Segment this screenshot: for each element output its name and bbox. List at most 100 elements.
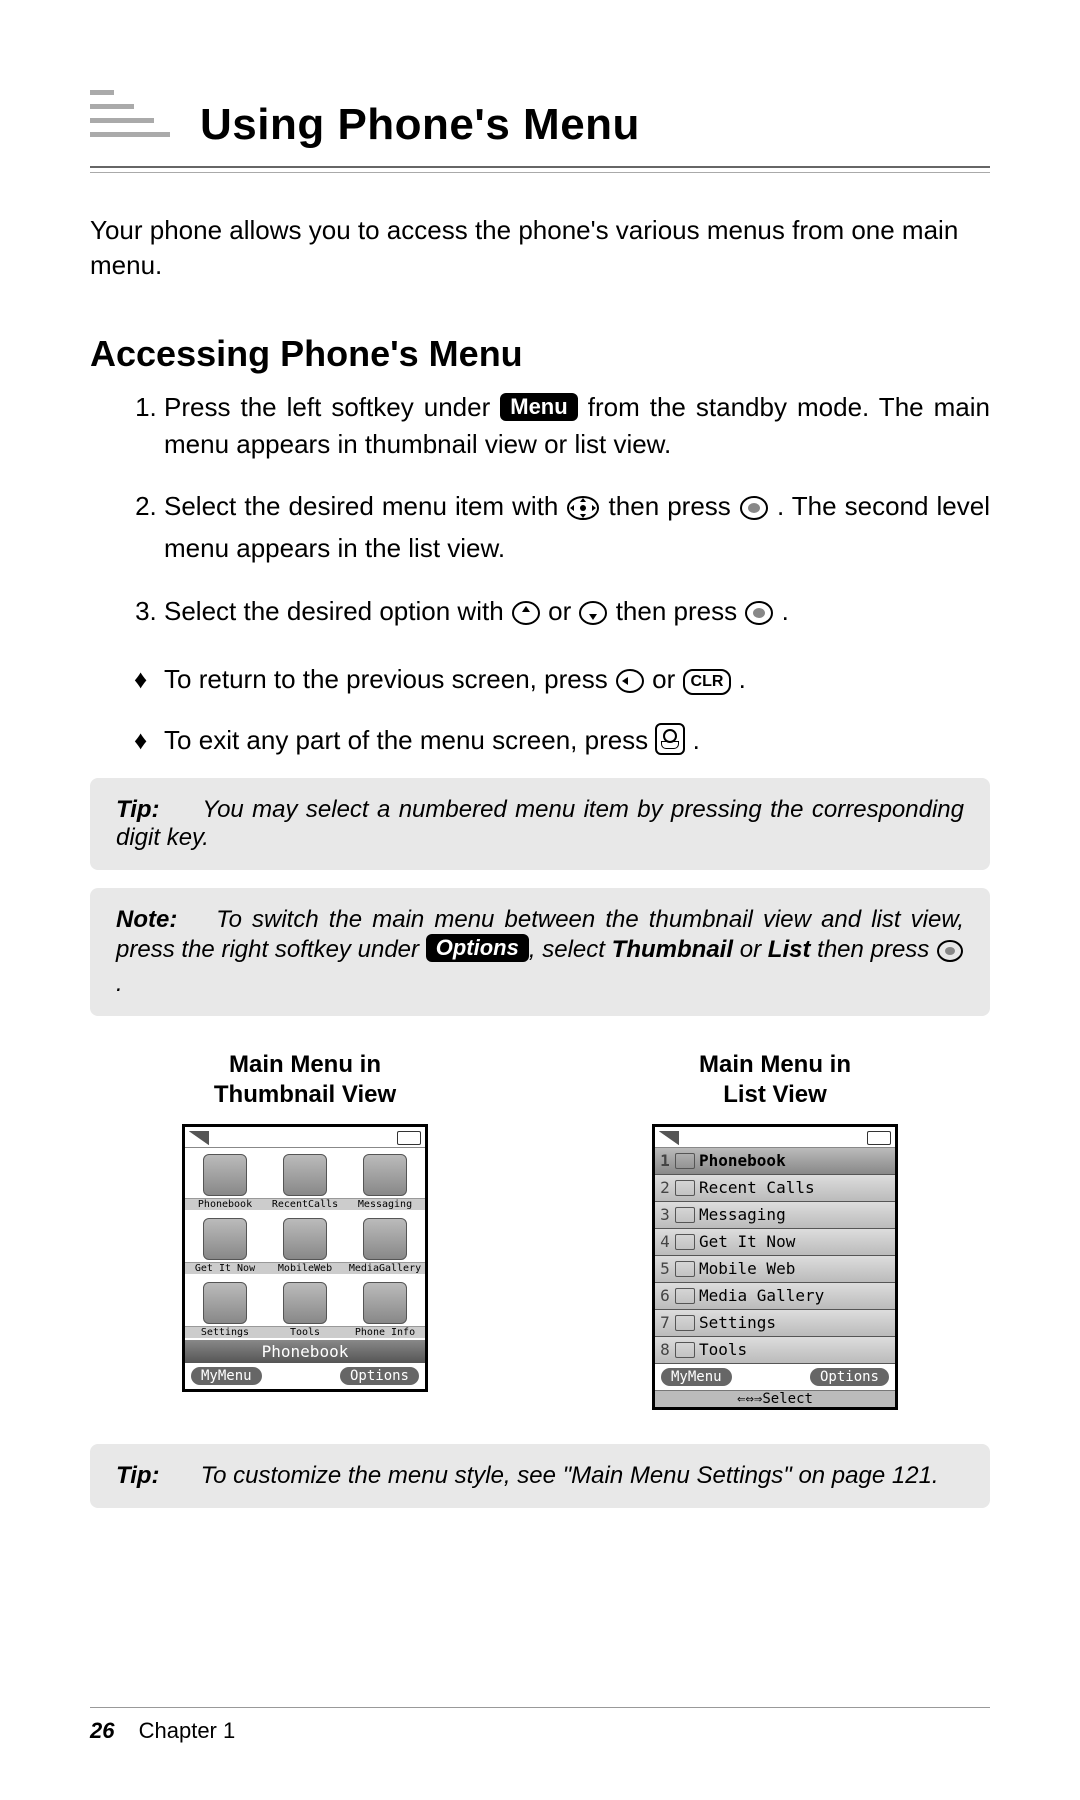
thumbnail-caption-line1: Main Menu in: [229, 1051, 381, 1078]
thumb-label: Messaging: [345, 1198, 425, 1210]
list-num: 5: [655, 1259, 675, 1278]
thumbnail-caption: Main Menu in Thumbnail View: [175, 1050, 435, 1110]
list-row-tools: 8Tools: [655, 1337, 895, 1364]
tip-box-2: Tip: To customize the menu style, see "M…: [90, 1444, 990, 1508]
battery-icon: [397, 1131, 421, 1145]
ok-button-icon: [739, 494, 769, 530]
phoneinfo-icon: [363, 1282, 407, 1324]
thumb-label: Phonebook: [185, 1198, 265, 1210]
note-text-c: or: [733, 936, 768, 963]
list-num: 3: [655, 1205, 675, 1224]
softkey-row: MyMenu Options: [185, 1363, 425, 1389]
note-body: To switch the main menu between the thum…: [116, 906, 964, 997]
step-2-text-b: then press: [609, 491, 739, 521]
select-hint: ⇐⇔⇒Select: [655, 1390, 895, 1407]
thumb-label: Phone Info: [345, 1326, 425, 1338]
tip-body: To customize the menu style, see "Main M…: [201, 1462, 939, 1489]
nav-down-icon: [578, 599, 608, 635]
status-bar: [655, 1127, 895, 1148]
list-row-recentcalls: 2Recent Calls: [655, 1175, 895, 1202]
list-row-messaging: 3 Messaging: [655, 1202, 895, 1229]
list-text: Settings: [699, 1313, 776, 1332]
list-text: Mobile Web: [699, 1259, 795, 1278]
phone-screenshot-thumbnail: Phonebook RecentCalls Messaging Get It N…: [182, 1124, 428, 1392]
bullet-return-a: To return to the previous screen, press: [164, 664, 615, 694]
options-softkey-icon: Options: [426, 934, 529, 962]
tools-icon: [283, 1282, 327, 1324]
softkey-row: MyMenu Options: [655, 1364, 895, 1390]
step-2: Select the desired menu item with then p…: [164, 488, 990, 567]
step-2-text-a: Select the desired menu item with: [164, 491, 566, 521]
thumb-phonebook: Phonebook: [185, 1148, 265, 1212]
list-caption: Main Menu in List View: [645, 1050, 905, 1110]
step-1-text-a: Press the left softkey under: [164, 392, 500, 422]
thumb-tools: Tools: [265, 1276, 345, 1340]
step-3-text-a: Select the desired option with: [164, 596, 511, 626]
getitnow-icon: [203, 1218, 247, 1260]
recentcalls-icon: [675, 1180, 695, 1196]
list-view-column: Main Menu in List View 1Phonebook 2Recen…: [645, 1050, 905, 1410]
tip-body: You may select a numbered menu item by p…: [116, 796, 964, 851]
list-text: Media Gallery: [699, 1286, 824, 1305]
tip-box-1: Tip: You may select a numbered menu item…: [90, 778, 990, 870]
settings-icon: [675, 1315, 695, 1331]
list-num: 6: [655, 1286, 675, 1305]
thumbnail-caption-line2: Thumbnail View: [214, 1081, 396, 1108]
ok-button-icon: [936, 939, 964, 970]
step-3: Select the desired option with or then p…: [164, 593, 990, 635]
step-3-text-b: or: [548, 596, 578, 626]
tip-label: Tip:: [116, 796, 194, 824]
thumb-label: MediaGallery: [345, 1262, 425, 1274]
note-label: Note:: [116, 906, 206, 934]
list-num: 2: [655, 1178, 675, 1197]
focus-label: Phonebook: [185, 1340, 425, 1363]
list-num: 7: [655, 1313, 675, 1332]
tools-icon: [675, 1342, 695, 1358]
thumb-settings: Settings: [185, 1276, 265, 1340]
page-number: 26: [90, 1718, 114, 1743]
thumb-label: Get It Now: [185, 1262, 265, 1274]
list-text: Messaging: [699, 1205, 786, 1224]
softkey-left: MyMenu: [661, 1368, 732, 1386]
menu-softkey-icon: Menu: [500, 393, 577, 421]
page-footer: 26 Chapter 1: [90, 1707, 990, 1744]
mediagallery-icon: [675, 1288, 695, 1304]
bullet-return-b: or: [652, 664, 682, 694]
steps-list: Press the left softkey under Menu from t…: [90, 389, 990, 635]
list-row-phonebook: 1Phonebook: [655, 1148, 895, 1175]
bullet-exit: To exit any part of the menu screen, pre…: [134, 722, 990, 758]
end-power-key-icon: [655, 723, 685, 755]
step-3-text-c: then press: [616, 596, 745, 626]
footer-text: 26 Chapter 1: [90, 1718, 990, 1744]
thumbnail-grid: Phonebook RecentCalls Messaging Get It N…: [185, 1148, 425, 1340]
getitnow-icon: [675, 1234, 695, 1250]
chapter-label: Chapter 1: [139, 1718, 236, 1743]
note-box: Note: To switch the main menu between th…: [90, 888, 990, 1016]
nav-left-icon: [615, 667, 645, 703]
bullet-return: To return to the previous screen, press …: [134, 661, 990, 703]
list-text: Get It Now: [699, 1232, 795, 1251]
list-num: 4: [655, 1232, 675, 1251]
screenshots-row: Main Menu in Thumbnail View Phonebook Re…: [90, 1050, 990, 1410]
list-row-mediagallery: 6 Media Gallery: [655, 1283, 895, 1310]
recentcalls-icon: [283, 1154, 327, 1196]
bullet-return-c: .: [739, 664, 746, 694]
list-caption-line1: Main Menu in: [699, 1051, 851, 1078]
bullet-exit-b: .: [693, 725, 700, 755]
battery-icon: [867, 1131, 891, 1145]
note-strong-thumbnail: Thumbnail: [612, 936, 733, 963]
list-num: 1: [655, 1151, 675, 1170]
step-3-text-d: .: [782, 596, 789, 626]
softkey-right: Options: [810, 1368, 889, 1386]
settings-icon: [203, 1282, 247, 1324]
note-text-d: then press: [810, 936, 936, 963]
phone-screenshot-list: 1Phonebook 2Recent Calls 3 Messaging 4 Get…: [652, 1124, 898, 1410]
softkey-right: Options: [340, 1367, 419, 1385]
bullet-exit-a: To exit any part of the menu screen, pre…: [164, 725, 655, 755]
thumb-mobileweb: MobileWeb: [265, 1212, 345, 1276]
thumb-label: RecentCalls: [265, 1198, 345, 1210]
phonebook-icon: [203, 1154, 247, 1196]
footer-rule: [90, 1707, 990, 1708]
phonebook-icon: [675, 1153, 695, 1169]
softkey-left: MyMenu: [191, 1367, 262, 1385]
